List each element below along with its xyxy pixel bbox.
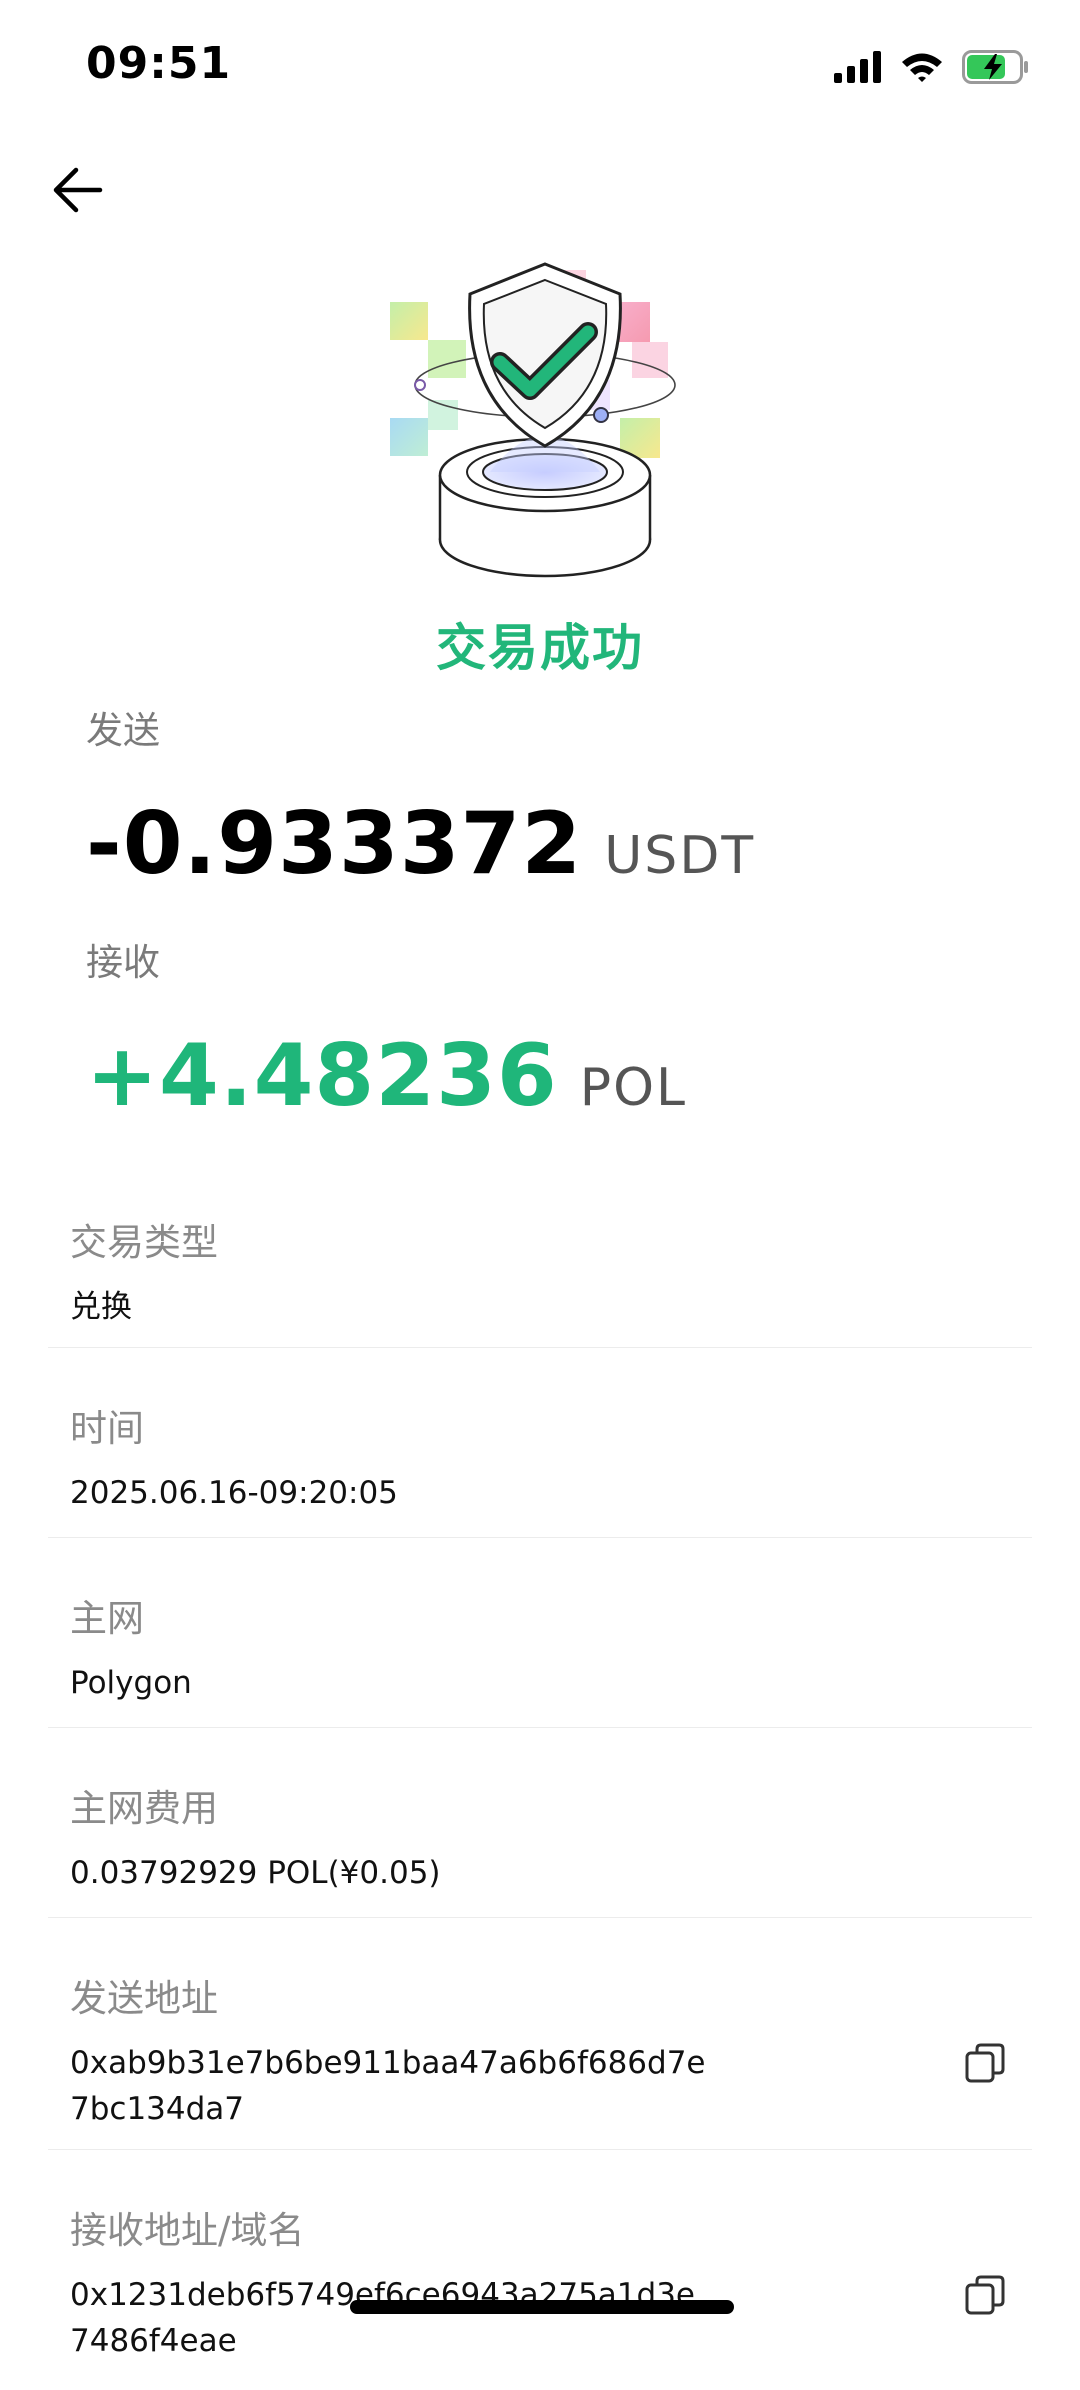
receive-amount: +4.48236 [86,1026,558,1126]
back-button[interactable] [46,160,110,224]
detail-value: 0x1231deb6f5749ef6ce6943a275a1d3e7486f4e… [70,2277,695,2359]
detail-value: 0.03792929 POL(¥0.05) [70,1855,441,1891]
receive-label: 接收 [86,941,160,984]
detail-label: 主网费用 [70,1787,218,1830]
success-shield-illustration [380,250,710,590]
cellular-signal-icon [834,51,882,87]
send-amount-row: -0.933372 USDT [86,794,755,894]
detail-network-fee: 主网费用 0.03792929 POL(¥0.05) [48,1728,1032,1918]
detail-to-address: 接收地址/域名 0x1231deb6f5749ef6ce6943a275a1d3… [48,2150,1032,2390]
battery-charging-icon [962,50,1030,88]
arrow-left-icon [50,162,106,222]
detail-label: 时间 [70,1407,144,1450]
detail-transaction-type: 交易类型 兑换 [48,1200,1032,1348]
detail-value: 兑换 [70,1289,132,1325]
receive-amount-row: +4.48236 POL [86,1026,687,1126]
detail-network: 主网 Polygon [48,1538,1032,1728]
copy-to-address-button[interactable] [958,2270,1012,2324]
detail-label: 接收地址/域名 [70,2209,305,2252]
home-indicator[interactable] [350,2300,734,2314]
detail-time: 时间 2025.06.16-09:20:05 [48,1348,1032,1538]
status-time: 09:51 [86,38,232,89]
detail-value: 2025.06.16-09:20:05 [70,1475,398,1511]
transaction-detail-list: 交易类型 兑换 时间 2025.06.16-09:20:05 主网 Polygo… [48,1200,1032,2390]
receive-amount-block: 接收 +4.48236 POL [86,932,687,1126]
copy-from-address-button[interactable] [958,2038,1012,2092]
copy-icon [963,2273,1007,2321]
send-amount: -0.933372 [86,794,583,894]
status-icons [834,50,1030,88]
send-label: 发送 [86,709,160,752]
status-bar: 09:51 [0,0,1080,140]
detail-value: Polygon [70,1665,192,1701]
detail-from-address: 发送地址 0xab9b31e7b6be911baa47a6b6f686d7e7b… [48,1918,1032,2150]
detail-label: 发送地址 [70,1977,218,2020]
send-amount-block: 发送 -0.933372 USDT [86,700,755,894]
wifi-icon [900,51,944,87]
receive-unit: POL [579,1058,688,1118]
copy-icon [963,2041,1007,2089]
send-unit: USDT [604,826,756,886]
transaction-status-title: 交易成功 [436,619,644,677]
detail-value: 0xab9b31e7b6be911baa47a6b6f686d7e7bc134d… [70,2045,706,2127]
detail-label: 主网 [70,1597,144,1640]
detail-label: 交易类型 [70,1221,218,1264]
